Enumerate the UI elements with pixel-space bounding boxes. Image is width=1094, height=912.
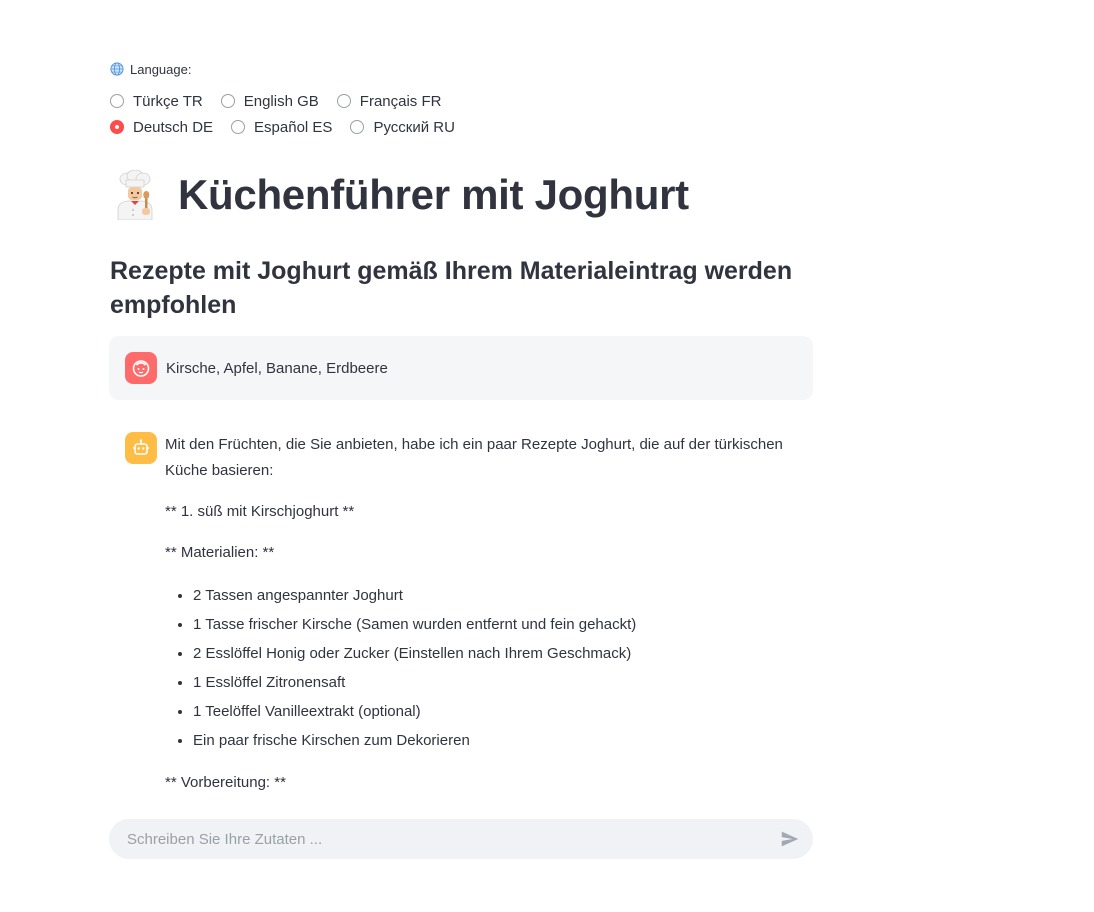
- radio-button-selected[interactable]: [110, 120, 124, 134]
- assistant-avatar: [125, 432, 157, 464]
- send-icon[interactable]: [779, 828, 801, 850]
- chat-input-bar: [109, 819, 813, 859]
- page-title: Küchenführer mit Joghurt: [178, 171, 689, 218]
- assistant-message-body: Mit den Früchten, die Sie anbieten, habe…: [165, 432, 805, 796]
- page-subtitle: Rezepte mit Joghurt gemäß Ihrem Material…: [110, 257, 793, 319]
- page-header: Küchenführer mit Joghurt: [112, 170, 689, 220]
- ingredient-item: 2 Esslöffel Honig oder Zucker (Einstelle…: [193, 639, 805, 668]
- radio-label: Deutsch DE: [133, 118, 214, 136]
- user-face-icon: [132, 360, 150, 377]
- preparation-heading: ** Vorbereitung: **: [165, 774, 286, 791]
- assistant-message: Mit den Früchten, die Sie anbieten, habe…: [125, 432, 805, 811]
- radio-label: Türkçe TR: [133, 92, 203, 110]
- assistant-intro: Mit den Früchten, die Sie anbieten, habe…: [165, 436, 783, 479]
- radio-label: Русский RU: [373, 118, 455, 136]
- radio-option-fr[interactable]: Français FR: [336, 92, 442, 110]
- radio-option-gb[interactable]: English GB: [220, 92, 319, 110]
- radio-button[interactable]: [220, 94, 235, 108]
- radio-row: Türkçe TR English GB Français FR: [110, 88, 473, 114]
- ingredient-item: 1 Tasse frischer Kirsche (Samen wurden e…: [193, 610, 805, 639]
- ingredient-item: 1 Esslöffel Zitronensaft: [193, 668, 805, 697]
- ingredient-list: 2 Tassen angespannter Joghurt 1 Tasse fr…: [165, 581, 805, 755]
- radio-option-de[interactable]: Deutsch DE: [110, 119, 213, 136]
- radio-label: Français FR: [359, 92, 442, 110]
- robot-icon: [133, 439, 149, 455]
- user-message-text: Kirsche, Apfel, Banane, Erdbeere: [166, 359, 388, 377]
- radio-button[interactable]: [350, 120, 365, 134]
- radio-option-ru[interactable]: Русский RU: [350, 119, 455, 136]
- language-selector: Language: Türkçe TR English GB Français …: [110, 60, 473, 140]
- radio-button[interactable]: [336, 94, 351, 108]
- language-radio-group: Türkçe TR English GB Français FR Deutsch…: [110, 88, 473, 140]
- ingredient-item: Ein paar frische Kirschen zum Dekorieren: [193, 726, 805, 755]
- language-label: Language:: [130, 61, 192, 77]
- materials-heading: ** Materialien: **: [165, 544, 275, 561]
- radio-label: English GB: [243, 92, 319, 110]
- user-avatar: [125, 352, 157, 384]
- radio-row: Deutsch DE Español ES Русский RU: [110, 114, 473, 140]
- radio-option-es[interactable]: Español ES: [231, 119, 332, 136]
- chef-icon: [117, 170, 153, 220]
- globe-icon: [110, 62, 124, 76]
- chat-input[interactable]: [125, 829, 779, 849]
- user-message: Kirsche, Apfel, Banane, Erdbeere: [109, 336, 813, 400]
- ingredient-item: 1 Teelöffel Vanilleextrakt (optional): [193, 697, 805, 726]
- recipe-heading: ** 1. süß mit Kirschjoghurt **: [165, 503, 355, 520]
- radio-button[interactable]: [110, 94, 124, 108]
- radio-option-tr[interactable]: Türkçe TR: [110, 93, 203, 110]
- language-label-row: Language:: [110, 60, 473, 78]
- ingredient-item: 2 Tassen angespannter Joghurt: [193, 581, 805, 610]
- radio-button[interactable]: [231, 120, 246, 134]
- radio-label: Español ES: [254, 118, 333, 136]
